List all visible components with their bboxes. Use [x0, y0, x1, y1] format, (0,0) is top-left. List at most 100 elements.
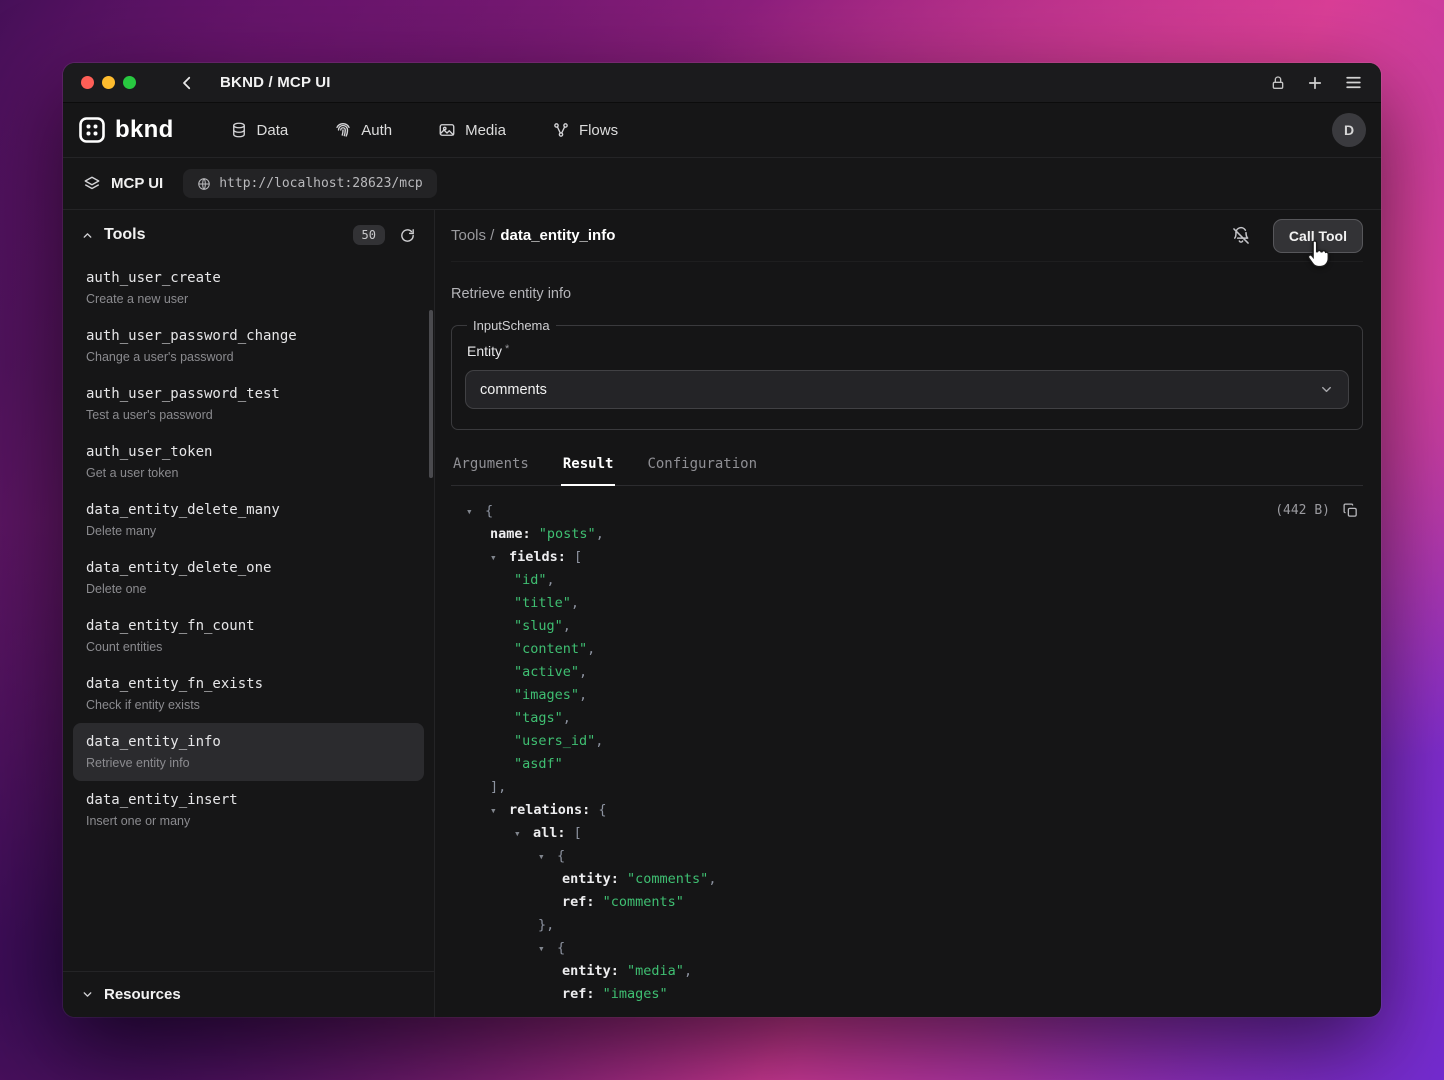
sidebar-item-auth_user_token[interactable]: auth_user_token Get a user token: [73, 433, 424, 491]
nav-item-auth[interactable]: Auth: [334, 121, 392, 139]
result-tabs: Arguments Result Configuration: [451, 456, 1363, 486]
sidebar-item-data_entity_fn_exists[interactable]: data_entity_fn_exists Check if entity exi…: [73, 665, 424, 723]
json-line: "users_id",: [451, 730, 1363, 753]
refresh-icon[interactable]: [399, 227, 416, 244]
sidebar-item-auth_user_password_test[interactable]: auth_user_password_test Test a user's pas…: [73, 375, 424, 433]
tools-count-badge: 50: [353, 225, 385, 245]
chevron-left-icon: [178, 74, 196, 92]
minimize-window-button[interactable]: [102, 76, 115, 89]
nav-item-media[interactable]: Media: [438, 121, 506, 139]
tool-description: Retrieve entity info: [86, 756, 411, 770]
json-line: ▾{: [451, 500, 1363, 523]
close-window-button[interactable]: [81, 76, 94, 89]
tool-name: data_entity_fn_count: [86, 618, 411, 634]
nav-item-data[interactable]: Data: [230, 121, 289, 139]
collapse-caret-icon[interactable]: ▾: [538, 845, 557, 868]
brand-logo[interactable]: bknd: [78, 116, 174, 144]
resources-section-header[interactable]: Resources: [63, 971, 434, 1017]
nav-item-label: Data: [257, 122, 289, 139]
tool-name: auth_user_create: [86, 270, 411, 286]
zoom-window-button[interactable]: [123, 76, 136, 89]
sidebar-scrollbar-thumb[interactable]: [429, 310, 433, 478]
tab-configuration[interactable]: Configuration: [645, 456, 759, 486]
workflow-icon: [552, 121, 570, 139]
collapse-caret-icon[interactable]: ▾: [490, 799, 509, 822]
server-url-pill[interactable]: http://localhost:28623/mcp: [183, 169, 437, 198]
app-window: BKND / MCP UI bknd Data Auth: [63, 63, 1381, 1017]
sidebar-item-auth_user_create[interactable]: auth_user_create Create a new user: [73, 259, 424, 317]
tool-name: auth_user_password_test: [86, 386, 411, 402]
tool-description: Create a new user: [86, 292, 411, 306]
tool-list: auth_user_createCreate a new userauth_us…: [63, 257, 434, 971]
sidebar-item-data_entity_fn_count[interactable]: data_entity_fn_count Count entities: [73, 607, 424, 665]
sidebar-item-data_entity_delete_one[interactable]: data_entity_delete_one Delete one: [73, 549, 424, 607]
sidebar-item-data_entity_insert[interactable]: data_entity_insert Insert one or many: [73, 781, 424, 839]
back-button[interactable]: [178, 74, 196, 92]
collapse-caret-icon[interactable]: ▾: [538, 937, 557, 960]
lock-icon[interactable]: [1270, 75, 1286, 91]
tools-section-title: Tools: [104, 226, 145, 244]
tool-description: Delete one: [86, 582, 411, 596]
user-avatar[interactable]: D: [1332, 113, 1366, 147]
chevron-down-icon: [1319, 382, 1334, 397]
tool-description: Get a user token: [86, 466, 411, 480]
tool-description: Delete many: [86, 524, 411, 538]
notifications-off-icon[interactable]: [1231, 226, 1251, 246]
input-schema-legend: InputSchema: [467, 318, 556, 333]
server-url: http://localhost:28623/mcp: [219, 176, 423, 191]
globe-icon: [197, 177, 211, 191]
traffic-lights: [81, 76, 136, 89]
collapse-caret-icon[interactable]: ▾: [490, 546, 509, 569]
tool-name: data_entity_delete_one: [86, 560, 411, 576]
tool-description: Retrieve entity info: [451, 286, 1363, 302]
tool-description: Check if entity exists: [86, 698, 411, 712]
entity-select[interactable]: comments: [465, 370, 1349, 409]
collapse-caret-icon[interactable]: ▾: [514, 822, 533, 845]
resources-section-title: Resources: [104, 986, 181, 1003]
tab-arguments[interactable]: Arguments: [451, 456, 531, 486]
json-line: "asdf": [451, 753, 1363, 776]
tool-name: data_entity_insert: [86, 792, 411, 808]
tool-name: auth_user_password_change: [86, 328, 411, 344]
chevron-up-icon: [81, 229, 94, 242]
tool-description: Insert one or many: [86, 814, 411, 828]
json-line: name: "posts",: [451, 523, 1363, 546]
window-title: BKND / MCP UI: [220, 74, 331, 91]
app-navbar: bknd Data Auth Media Flows D: [63, 103, 1381, 158]
tool-description: Test a user's password: [86, 408, 411, 422]
new-tab-icon[interactable]: [1306, 74, 1324, 92]
tool-description: Count entities: [86, 640, 411, 654]
json-line: ▾{: [451, 937, 1363, 960]
breadcrumb: Tools / data_entity_info Call Tool: [451, 210, 1363, 262]
call-tool-button[interactable]: Call Tool: [1273, 219, 1363, 253]
json-line: ▾fields: [: [451, 546, 1363, 569]
database-icon: [230, 121, 248, 139]
json-viewer: ▾{name: "posts",▾fields: ["id","title","…: [451, 500, 1363, 1006]
tool-name: auth_user_token: [86, 444, 411, 460]
json-line: "title",: [451, 592, 1363, 615]
tools-section-header[interactable]: Tools 50: [63, 210, 434, 257]
json-line: "id",: [451, 569, 1363, 592]
json-line: "content",: [451, 638, 1363, 661]
fingerprint-icon: [334, 121, 352, 139]
input-schema-fieldset: InputSchema Entity* comments: [451, 318, 1363, 430]
nav-item-flows[interactable]: Flows: [552, 121, 618, 139]
copy-icon[interactable]: [1342, 502, 1359, 519]
chevron-down-icon: [81, 988, 94, 1001]
tab-result[interactable]: Result: [561, 456, 616, 486]
json-line: "active",: [451, 661, 1363, 684]
sidebar-item-data_entity_info[interactable]: data_entity_infoRetrieve entity info: [73, 723, 424, 781]
collapse-caret-icon[interactable]: ▾: [466, 500, 485, 523]
layers-icon: [83, 175, 101, 193]
json-line: ref: "comments": [451, 891, 1363, 914]
breadcrumb-section[interactable]: Tools /: [451, 227, 494, 244]
payload-size: (442 B): [1275, 503, 1330, 518]
menu-icon[interactable]: [1344, 73, 1363, 92]
nav-item-label: Auth: [361, 122, 392, 139]
entity-field-label: Entity*: [467, 343, 1349, 359]
json-line: "tags",: [451, 707, 1363, 730]
breadcrumb-current: data_entity_info: [500, 227, 615, 244]
sidebar-item-data_entity_delete_many[interactable]: data_entity_delete_manyDelete many: [73, 491, 424, 549]
sidebar-item-auth_user_password_change[interactable]: auth_user_password_changeChange a user's…: [73, 317, 424, 375]
tool-name: data_entity_fn_exists: [86, 676, 411, 692]
